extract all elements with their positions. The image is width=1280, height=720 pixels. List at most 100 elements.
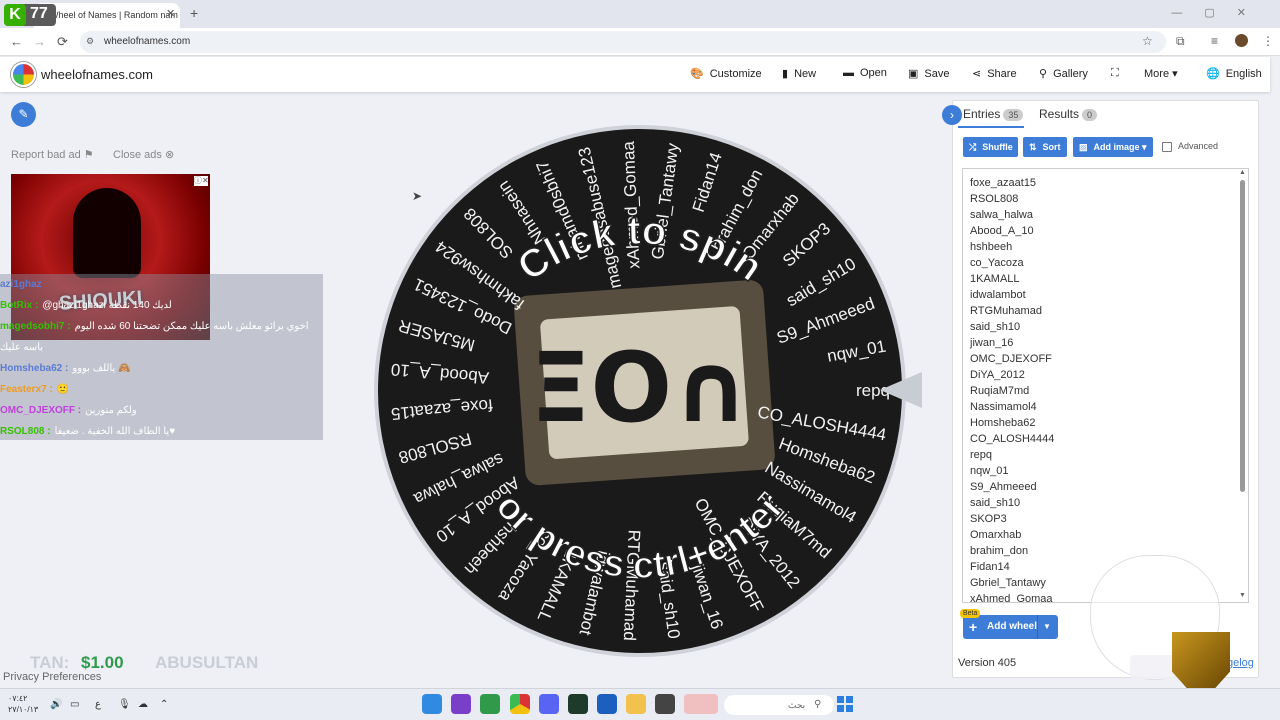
site-info-icon[interactable]: ⚙: [86, 36, 94, 47]
changelog-link[interactable]: gelog: [1227, 657, 1254, 669]
discord-icon[interactable]: [539, 694, 559, 714]
cloud-icon[interactable]: ☁: [138, 699, 148, 710]
search-icon: ⚲: [814, 699, 822, 710]
clock-date[interactable]: ٢٧/١٠/١٣: [8, 705, 38, 714]
chat-text: يا الطاف الله الخفية . ضعيفا♥: [54, 426, 176, 437]
share-label: Share: [987, 68, 1017, 80]
new-button[interactable]: ▮ New: [782, 67, 816, 80]
store-icon[interactable]: [597, 694, 617, 714]
terminal-icon[interactable]: [655, 694, 675, 714]
privacy-preferences-link[interactable]: Privacy Preferences: [3, 671, 101, 683]
app-icon-overlay[interactable]: [684, 694, 718, 714]
wheel-pointer-icon: [880, 372, 922, 408]
brand-logo-icon[interactable]: [11, 62, 36, 87]
taskbar-search[interactable]: بحث ⚲: [724, 695, 834, 715]
network-icon[interactable]: ▭: [70, 699, 79, 710]
collapse-panel-button[interactable]: ›: [942, 105, 962, 125]
window-controls[interactable]: —▢✕: [1171, 6, 1268, 19]
chat-message: Feasterx7 : 🙂: [0, 380, 323, 400]
chat-message: BotRix : @ghazi1ghazi لديك 140 نقطة: [0, 296, 323, 316]
sort-button[interactable]: ⇅ Sort: [1023, 137, 1067, 157]
gallery-button[interactable]: ⚲ Gallery: [1039, 67, 1088, 80]
ad-close-icon[interactable]: ⓘ✕: [194, 176, 209, 186]
spin-wheel[interactable]: ΞO∩ repqCO_ALOSH4444Homsheba62Nassimamol4…: [370, 123, 910, 663]
more-button[interactable]: More ▾: [1144, 67, 1178, 80]
open-button[interactable]: ▬ Open: [843, 67, 887, 79]
language-button[interactable]: 🌐 English: [1206, 67, 1262, 80]
chat-text: اخوي برائو معلش باسه عليك ممكن تضحتنا 60…: [74, 321, 309, 332]
app-icon-messenger[interactable]: [422, 694, 442, 714]
overlay-badge-number: 77: [30, 5, 48, 22]
browser-tab-bar: Wheel of Names | Random nam ✕ + K 77 —▢✕: [0, 0, 1280, 28]
save-icon: ▣: [908, 68, 919, 80]
entries-scrollbar[interactable]: [1240, 180, 1245, 492]
more-label: More: [1144, 68, 1170, 80]
share-button[interactable]: ⋖ Share: [972, 67, 1017, 80]
reload-button[interactable]: ⟳: [57, 34, 68, 50]
entry-line: Nassimamol4: [970, 401, 1037, 413]
chevron-up-icon[interactable]: ⌃: [160, 699, 168, 710]
shuffle-icon: ⤮: [969, 142, 977, 152]
save-button[interactable]: ▣ Save: [908, 67, 949, 80]
pencil-icon: ✎: [18, 107, 29, 121]
add-image-button[interactable]: ▨ Add image ▾: [1073, 137, 1153, 157]
sort-label: Sort: [1042, 142, 1061, 152]
bookmark-star-icon[interactable]: ☆: [1142, 34, 1153, 48]
start-menu-icon[interactable]: [837, 696, 853, 712]
edit-pencil-button[interactable]: ✎: [11, 102, 36, 127]
chat-username: BotRix :: [0, 300, 39, 311]
add-wheel-button[interactable]: + Add wheel ▼: [963, 615, 1058, 639]
advanced-checkbox[interactable]: [1162, 142, 1172, 152]
media-icon[interactable]: ≡: [1211, 34, 1218, 48]
scroll-down-icon[interactable]: ▼: [1239, 592, 1246, 599]
entry-line: said_sh10: [970, 321, 1021, 333]
chevron-down-icon[interactable]: ▼: [1043, 615, 1051, 639]
brand-name[interactable]: wheelofnames.com: [41, 67, 153, 82]
sort-icon: ⇅: [1029, 142, 1037, 152]
profile-avatar[interactable]: [1235, 34, 1248, 47]
save-label: Save: [924, 68, 950, 80]
forward-button[interactable]: →: [33, 34, 46, 49]
mouse-cursor-icon: ➤: [412, 189, 423, 203]
tab-close-icon[interactable]: ✕: [166, 7, 175, 20]
entry-line: Fidan14: [970, 561, 1010, 573]
customize-button[interactable]: 🎨 Customize: [690, 67, 762, 80]
close-ads-link[interactable]: Close ads ⊗: [113, 148, 174, 161]
overlay-badge-letter: K: [4, 4, 26, 26]
fullscreen-button[interactable]: ⛶: [1111, 67, 1125, 80]
app-icon-purple[interactable]: [451, 694, 471, 714]
stream-overlay-logo: K 77: [4, 4, 56, 26]
ad-figure-image: [73, 188, 141, 278]
entry-line: idwalambot: [970, 289, 1026, 301]
tab-entries[interactable]: Entries 35: [963, 107, 1024, 121]
report-bad-ad-link[interactable]: Report bad ad ⚑: [11, 148, 94, 161]
address-bar[interactable]: wheelofnames.com: [80, 31, 1166, 53]
chat-message: RSOL808 : يا الطاف الله الخفية . ضعيفا♥: [0, 422, 323, 442]
chat-username: Homsheba62 :: [0, 363, 69, 374]
active-tab-indicator: [958, 126, 1024, 128]
chat-text: @ghazi1ghazi لديك 140 نقطة: [42, 300, 172, 311]
shuffle-button[interactable]: ⤮ Shuffle: [963, 137, 1018, 157]
file-explorer-icon[interactable]: [626, 694, 646, 714]
app-icon-kick[interactable]: [568, 694, 588, 714]
language-indicator[interactable]: ع: [95, 699, 101, 710]
tab-results[interactable]: Results 0: [1039, 107, 1098, 121]
version-label: Version 405: [958, 657, 1017, 669]
clock-time[interactable]: ٠٧:٤٢: [8, 694, 27, 703]
results-count-badge: 0: [1082, 109, 1098, 121]
microphone-icon[interactable]: 🎙: [118, 699, 131, 710]
volume-icon[interactable]: 🔊: [50, 699, 62, 710]
app-icon-green[interactable]: [480, 694, 500, 714]
entries-textarea[interactable]: foxe_azaat15 RSOL808 salwa_halwa Abood_A_10…: [962, 168, 1249, 603]
extensions-icon[interactable]: ⧉: [1176, 34, 1185, 49]
back-button[interactable]: ←: [10, 34, 23, 49]
chat-message: Homsheba62 : ياللف بووو 🙈: [0, 359, 323, 379]
chrome-icon[interactable]: [510, 694, 530, 714]
entry-line: jiwan_16: [970, 337, 1014, 349]
browser-menu-icon[interactable]: ⋮: [1262, 34, 1274, 48]
scroll-up-icon[interactable]: ▲: [1239, 169, 1246, 176]
new-tab-button[interactable]: +: [190, 5, 198, 21]
chevron-right-icon: ›: [950, 108, 954, 122]
shuffle-label: Shuffle: [982, 142, 1013, 152]
gallery-label: Gallery: [1053, 68, 1088, 80]
